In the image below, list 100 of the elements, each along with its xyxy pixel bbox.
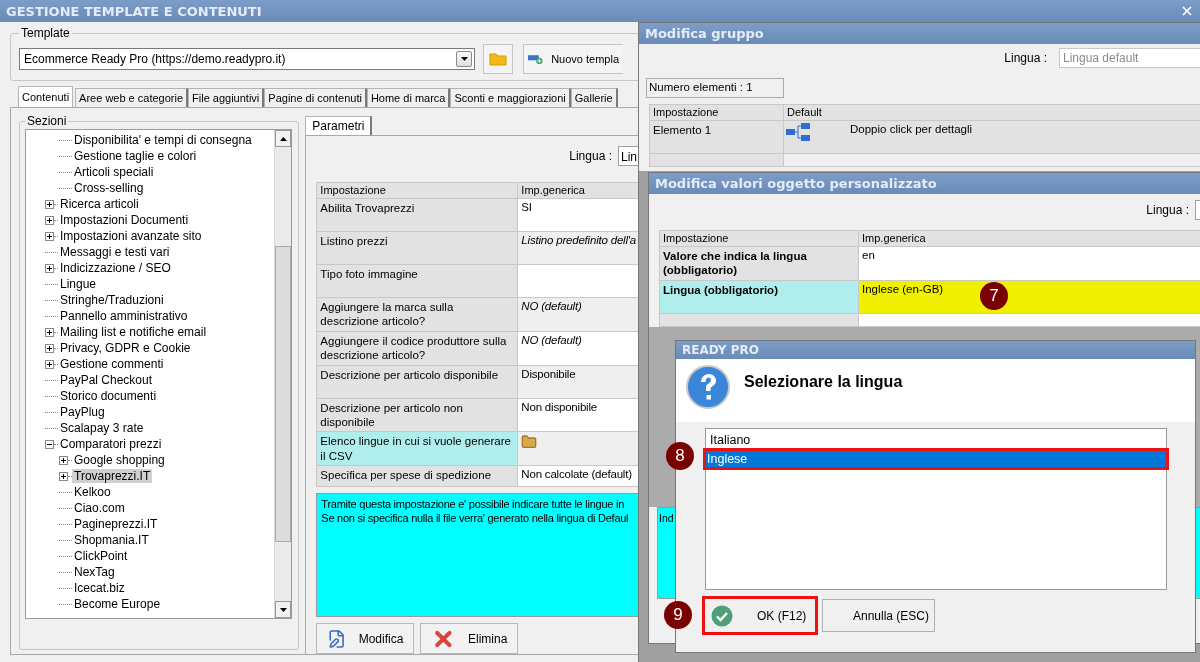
tab[interactable]: File aggiuntivi (188, 88, 265, 107)
step-badge: 9 (664, 601, 692, 629)
ok-button[interactable]: OK (F12) (702, 596, 818, 635)
tree-item[interactable]: Scalapay 3 rate (58, 421, 146, 435)
tab[interactable]: Sconti e maggiorazioni (450, 88, 571, 107)
table-cell: NO (default) (518, 298, 639, 331)
count-text: Numero elementi : 1 (646, 78, 784, 98)
tab[interactable]: Parametri (305, 116, 373, 135)
table-cell: Aggiungere la marca sulla descrizione articolo? (317, 298, 518, 331)
table-cell: Descrizione per articolo disponibile (317, 365, 518, 398)
hierarchy-icon (786, 123, 810, 141)
table-cell: Listino predefinito dell'a (518, 232, 639, 264)
tree-item[interactable]: ClickPoint (72, 549, 130, 563)
tree-item[interactable]: Pannello amministrativo (58, 309, 190, 323)
close-icon[interactable] (1180, 4, 1194, 18)
table-cell: Doppio click per dettagli (784, 121, 1200, 153)
table-cell: Valore che indica la lingua (obbligatorio) (660, 247, 858, 280)
expand-icon[interactable] (45, 327, 54, 337)
tree-item[interactable]: Pagineprezzi.IT (72, 517, 160, 531)
tree-item[interactable]: Articoli speciali (72, 165, 156, 179)
column-header: Impostazione (317, 183, 518, 198)
description-text: Tramite questa impostazione e' possibile indicare tutte le lingue in Se non si specifica nulla il file verra' generato nella lingua di Defaul (316, 493, 639, 617)
tree-item[interactable]: Trovaprezzi.IT (72, 469, 153, 483)
scrollbar[interactable] (274, 130, 292, 618)
cancel-button[interactable]: Annulla (ESC) (822, 599, 935, 632)
scroll-up-icon[interactable] (279, 136, 287, 141)
tree-item[interactable]: Messaggi e testi vari (58, 245, 172, 259)
tree-item[interactable]: Become Europe (72, 597, 163, 611)
tree-item[interactable]: Gestione commenti (58, 357, 166, 371)
step-badge: 8 (666, 442, 694, 470)
expand-icon[interactable] (59, 455, 68, 465)
table-cell: Aggiungere il codice produttore sulla descrizione articolo? (317, 331, 518, 365)
folder-icon (489, 52, 507, 66)
tree-item[interactable]: Privacy, GDPR e Cookie (58, 341, 193, 355)
tree-item[interactable]: Impostazioni Documenti (58, 213, 191, 227)
tab[interactable]: Pagine di contenuti (264, 88, 367, 107)
expand-icon[interactable] (59, 471, 68, 481)
table-cell: Disponibile (518, 365, 639, 398)
table-cell: Listino prezzi (317, 232, 518, 264)
table-cell: NO (default) (518, 331, 639, 365)
tab[interactable]: Home di marca (366, 88, 451, 107)
tree-item[interactable]: Gestione taglie e colori (72, 149, 199, 163)
expand-icon[interactable] (45, 343, 54, 353)
expand-icon[interactable] (45, 199, 54, 209)
tab[interactable]: Aree web e categorie (75, 88, 189, 107)
tree-item[interactable]: Google shopping (72, 453, 167, 467)
tree-item[interactable]: Stringhe/Traduzioni (58, 293, 166, 307)
tree-item[interactable]: Cross-selling (72, 181, 146, 195)
help-icon (686, 365, 730, 409)
expand-icon[interactable] (45, 359, 54, 369)
tree-item[interactable]: Mailing list e notifiche email (58, 325, 209, 339)
check-icon (711, 604, 733, 627)
table-cell: Elenco lingue in cui si vuole generare il CSV (317, 432, 518, 465)
window-title: GESTIONE TEMPLATE E CONTENUTI (6, 3, 262, 19)
field-label: Lingua : (1146, 203, 1189, 217)
table-cell: Abilita Trovaprezzi (317, 199, 518, 231)
table-cell: Non disponibile (518, 398, 639, 432)
expand-icon[interactable] (45, 215, 54, 225)
tree-item[interactable]: PayPal Checkout (58, 373, 155, 387)
expand-icon[interactable] (45, 263, 54, 273)
tree-item[interactable]: NexTag (72, 565, 117, 579)
tree-item[interactable]: Impostazioni avanzate sito (58, 229, 204, 243)
table-cell: Non calcolate (default) (518, 466, 639, 486)
column-header: Imp.generica (859, 231, 1200, 246)
table-cell: Descrizione per articolo non disponibile (317, 398, 518, 432)
expand-icon[interactable] (45, 231, 54, 241)
tab[interactable]: Gallerie (570, 88, 618, 107)
language-field[interactable] (1195, 200, 1200, 220)
language-field[interactable]: Lin (618, 146, 639, 166)
table-cell: SI (518, 199, 639, 231)
tree-item[interactable]: Lingue (58, 277, 99, 291)
language-field[interactable]: Lingua default (1059, 48, 1200, 68)
field-label: Lingua : (1004, 51, 1047, 65)
table-cell: Lingua (obbligatorio) (660, 280, 858, 313)
dialog-message: Selezionare la lingua (744, 373, 903, 392)
folder-icon[interactable] (521, 434, 538, 451)
tree-item[interactable]: Disponibilita' e tempi di consegna (72, 133, 254, 147)
new-template-button[interactable]: Nuovo templa (523, 44, 623, 74)
tree-item[interactable]: Shopmania.IT (72, 533, 151, 547)
tree-item[interactable]: Comparatori prezzi (58, 437, 164, 451)
window-title: Modifica valori oggetto personalizzato (655, 176, 937, 191)
edit-button[interactable]: Modifica (316, 623, 415, 654)
tree-item[interactable]: Storico documenti (58, 389, 159, 403)
tree-item[interactable]: Icecat.biz (72, 581, 127, 595)
field-label: Lingua : (569, 149, 612, 163)
scroll-down-icon[interactable] (279, 607, 287, 612)
template-dropdown[interactable]: Ecommerce Ready Pro (https://demo.readypro.it) (19, 48, 475, 70)
tab[interactable]: Contenuti (18, 86, 74, 107)
tree-item[interactable]: Indicizzazione / SEO (58, 261, 173, 275)
group-label: Template (20, 26, 71, 40)
tree-item[interactable]: Ciao.com (72, 501, 127, 515)
collapse-icon[interactable] (45, 439, 54, 449)
dropdown-button[interactable] (456, 51, 472, 67)
column-header: Default (784, 105, 1200, 120)
window-title: Modifica gruppo (645, 26, 764, 41)
delete-button[interactable]: Elimina (420, 623, 519, 654)
tree-item[interactable]: Ricerca articoli (58, 197, 141, 211)
tree-item[interactable]: PayPlug (58, 405, 107, 419)
tree-item[interactable]: Kelkoo (72, 485, 113, 499)
list-item[interactable]: Inglese (703, 448, 1169, 470)
